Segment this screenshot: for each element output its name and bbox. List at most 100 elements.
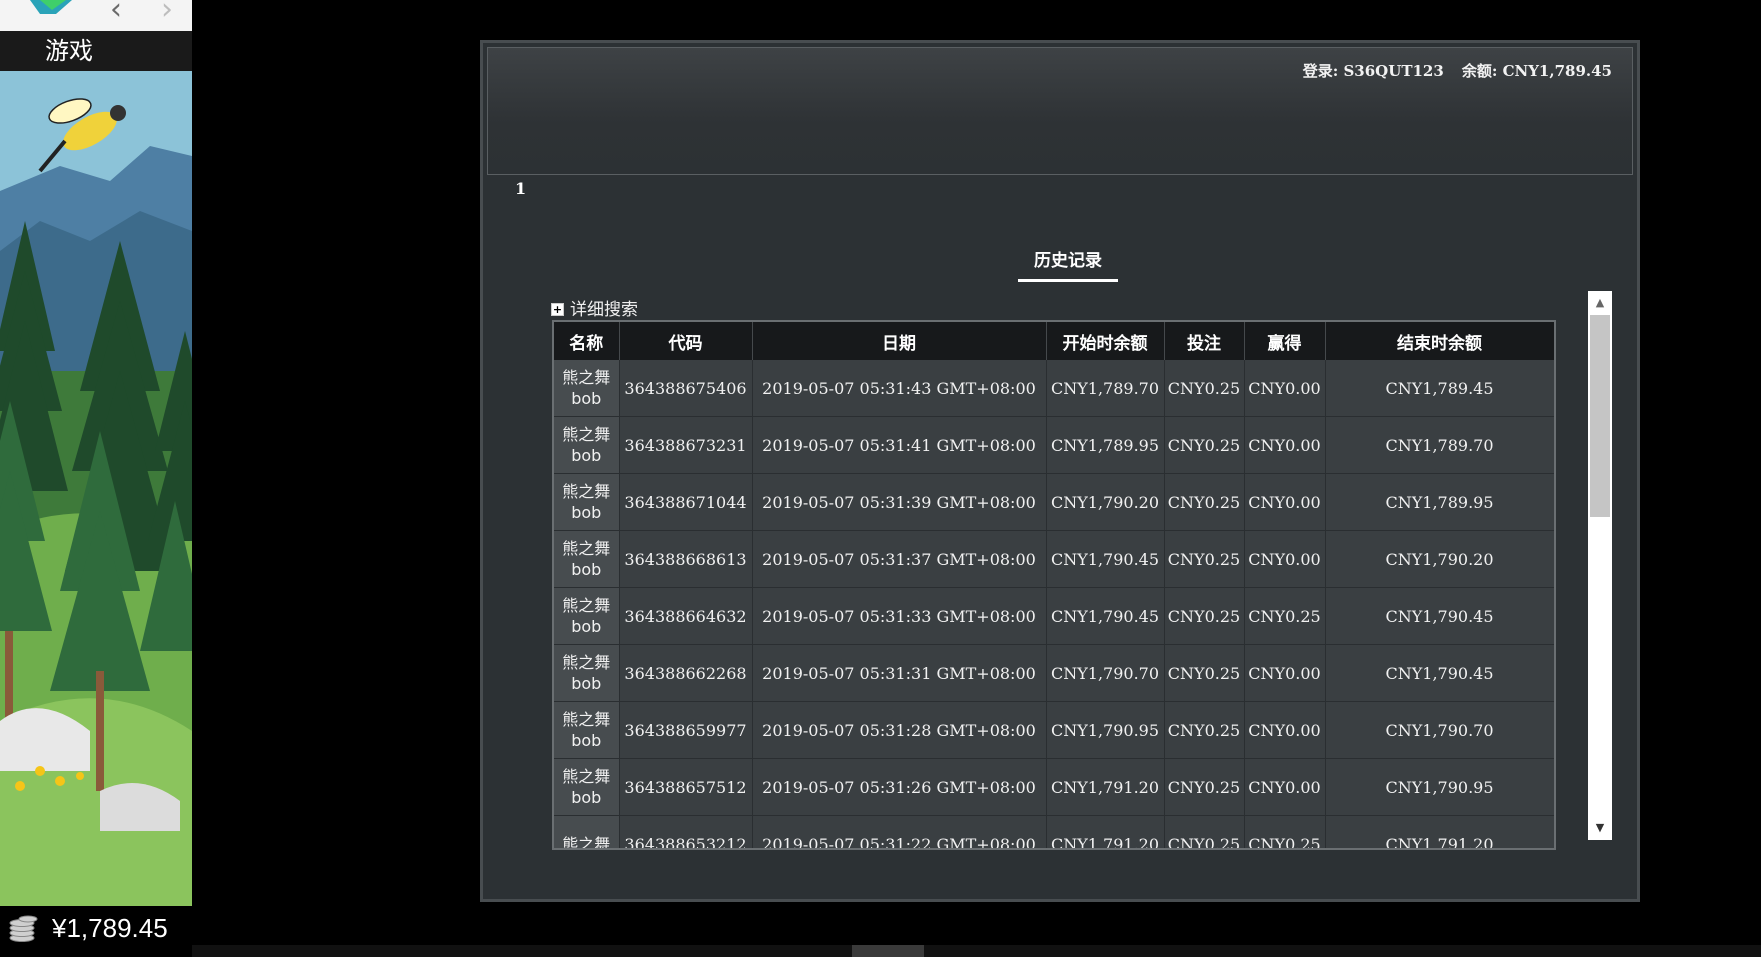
column-header-bet[interactable]: 投注 <box>1164 322 1245 360</box>
game-subname: bob <box>571 389 602 408</box>
scroll-down-icon[interactable]: ▼ <box>1588 816 1612 840</box>
cell-win: CNY0.00 <box>1244 644 1326 702</box>
column-header-name[interactable]: 名称 <box>554 322 620 360</box>
cell-date: 2019-05-07 05:31:37 GMT+08:00 <box>752 530 1047 588</box>
game-artwork[interactable] <box>0 71 192 906</box>
cell-end-balance: CNY1,789.45 <box>1325 360 1554 417</box>
coin-stack-icon <box>9 915 38 942</box>
game-subname: bob <box>571 446 602 465</box>
horizontal-scrollbar[interactable] <box>192 945 1761 957</box>
cell-win: CNY0.00 <box>1244 360 1326 417</box>
chevron-left-icon[interactable]: ‹ <box>110 0 122 25</box>
cell-date: 2019-05-07 05:31:22 GMT+08:00 <box>752 815 1047 848</box>
cell-bet: CNY0.25 <box>1164 530 1245 588</box>
cell-win: CNY0.25 <box>1244 815 1326 848</box>
cell-end-balance: CNY1,790.45 <box>1325 587 1554 645</box>
history-panel: 登录: S36QUT123 余额: CNY1,789.45 1 历史记录 + 详细搜… <box>480 40 1640 902</box>
cell-bet: CNY0.25 <box>1164 758 1245 816</box>
cell-code: 364388668613 <box>619 530 753 588</box>
column-header-end-balance[interactable]: 结束时余额 <box>1325 322 1554 360</box>
cell-end-balance: CNY1,789.95 <box>1325 473 1554 531</box>
table-row[interactable]: 熊之舞 bob 364388664632 2019-05-07 05:31:33 GM… <box>554 587 1554 645</box>
cell-game-name: 熊之舞 bob <box>554 530 620 588</box>
cell-date: 2019-05-07 05:31:28 GMT+08:00 <box>752 701 1047 759</box>
detail-search-toggle[interactable]: + 详细搜索 <box>551 295 638 320</box>
game-name: 熊之舞 <box>562 539 611 558</box>
login-info: 登录: S36QUT123 <box>1302 62 1444 80</box>
cell-game-name: 熊之舞 bob <box>554 644 620 702</box>
cell-code: 364388664632 <box>619 587 753 645</box>
table-row[interactable]: 熊之舞 bob 364388673231 2019-05-07 05:31:41 GM… <box>554 416 1554 474</box>
cell-date: 2019-05-07 05:31:43 GMT+08:00 <box>752 360 1047 417</box>
table-vertical-scrollbar[interactable]: ▲ ▼ <box>1588 291 1612 840</box>
cell-game-name: 熊之舞 bob <box>554 587 620 645</box>
cell-code: 364388657512 <box>619 758 753 816</box>
games-label[interactable]: 游戏 <box>0 31 192 71</box>
cell-code: 364388659977 <box>619 701 753 759</box>
chevron-right-icon[interactable]: › <box>161 0 173 25</box>
cell-date: 2019-05-07 05:31:41 GMT+08:00 <box>752 416 1047 474</box>
tab-history[interactable]: 历史记录 <box>1018 246 1118 282</box>
cell-bet: CNY0.25 <box>1164 701 1245 759</box>
cell-bet: CNY0.25 <box>1164 587 1245 645</box>
horizontal-scroll-thumb[interactable] <box>852 945 924 957</box>
table-row[interactable]: 熊之舞 bob 364388675406 2019-05-07 05:31:43 GM… <box>554 360 1554 417</box>
sidebar-balance: ¥1,789.45 <box>52 913 168 943</box>
account-header: 登录: S36QUT123 余额: CNY1,789.45 <box>487 47 1633 175</box>
cell-code: 364388675406 <box>619 360 753 417</box>
cell-date: 2019-05-07 05:31:39 GMT+08:00 <box>752 473 1047 531</box>
cell-bet: CNY0.25 <box>1164 644 1245 702</box>
cell-bet: CNY0.25 <box>1164 416 1245 474</box>
history-table: 名称 代码 日期 开始时余额 投注 赢得 结束时余额 熊之舞 bob 3643886… <box>554 322 1554 848</box>
account-info: 登录: S36QUT123 余额: CNY1,789.45 <box>1303 60 1612 81</box>
scroll-up-icon[interactable]: ▲ <box>1588 291 1612 315</box>
vertical-scroll-thumb[interactable] <box>1590 315 1610 517</box>
account-balance: 余额: CNY1,789.45 <box>1461 62 1612 80</box>
cell-end-balance: CNY1,790.20 <box>1325 530 1554 588</box>
cell-start-balance: CNY1,789.70 <box>1046 360 1165 417</box>
cell-end-balance: CNY1,790.45 <box>1325 644 1554 702</box>
sidebar-balance-bar: ¥1,789.45 <box>0 906 192 951</box>
table-row[interactable]: 熊之舞 bob 364388668613 2019-05-07 05:31:37 GM… <box>554 530 1554 588</box>
column-header-win[interactable]: 赢得 <box>1244 322 1326 360</box>
cell-start-balance: CNY1,790.45 <box>1046 530 1165 588</box>
cell-game-name: 熊之舞 bob <box>554 473 620 531</box>
cell-win: CNY0.00 <box>1244 701 1326 759</box>
game-name: 熊之舞 <box>562 710 611 729</box>
cell-start-balance: CNY1,790.20 <box>1046 473 1165 531</box>
game-subname: bob <box>571 731 602 750</box>
cell-end-balance: CNY1,789.70 <box>1325 416 1554 474</box>
cell-bet: CNY0.25 <box>1164 815 1245 848</box>
cell-start-balance: CNY1,791.20 <box>1046 758 1165 816</box>
table-row[interactable]: 熊之舞 bob 364388659977 2019-05-07 05:31:28 GM… <box>554 701 1554 759</box>
table-row[interactable]: 熊之舞 bob 364388671044 2019-05-07 05:31:39 GM… <box>554 473 1554 531</box>
cell-start-balance: CNY1,790.95 <box>1046 701 1165 759</box>
expand-plus-icon[interactable]: + <box>551 303 564 316</box>
cell-code: 364388662268 <box>619 644 753 702</box>
cell-code: 364388653212 <box>619 815 753 848</box>
game-subname: bob <box>571 788 602 807</box>
column-header-date[interactable]: 日期 <box>752 322 1047 360</box>
game-subname: bob <box>571 503 602 522</box>
game-name: 熊之舞 <box>562 425 611 444</box>
cell-win: CNY0.25 <box>1244 587 1326 645</box>
cell-win: CNY0.00 <box>1244 758 1326 816</box>
table-header-row: 名称 代码 日期 开始时余额 投注 赢得 结束时余额 <box>554 322 1554 360</box>
cell-win: CNY0.00 <box>1244 416 1326 474</box>
cell-game-name: 熊之舞 bob <box>554 416 620 474</box>
game-subname: bob <box>571 560 602 579</box>
game-name: 熊之舞 <box>562 368 611 387</box>
table-row[interactable]: 熊之舞 bob 364388657512 2019-05-07 05:31:26 GM… <box>554 758 1554 816</box>
table-row[interactable]: 熊之舞 bob 364388662268 2019-05-07 05:31:31 GM… <box>554 644 1554 702</box>
cell-game-name: 熊之舞 bob <box>554 758 620 816</box>
game-subname: bob <box>571 674 602 693</box>
table-row[interactable]: 熊之舞 364388653212 2019-05-07 05:31:22 GMT+0… <box>554 815 1554 848</box>
page-number[interactable]: 1 <box>515 179 526 198</box>
column-header-code[interactable]: 代码 <box>619 322 753 360</box>
column-header-start-balance[interactable]: 开始时余额 <box>1046 322 1165 360</box>
cell-bet: CNY0.25 <box>1164 360 1245 417</box>
cell-start-balance: CNY1,791.20 <box>1046 815 1165 848</box>
game-subname: bob <box>571 617 602 636</box>
game-name: 熊之舞 <box>562 596 611 615</box>
cell-start-balance: CNY1,789.95 <box>1046 416 1165 474</box>
